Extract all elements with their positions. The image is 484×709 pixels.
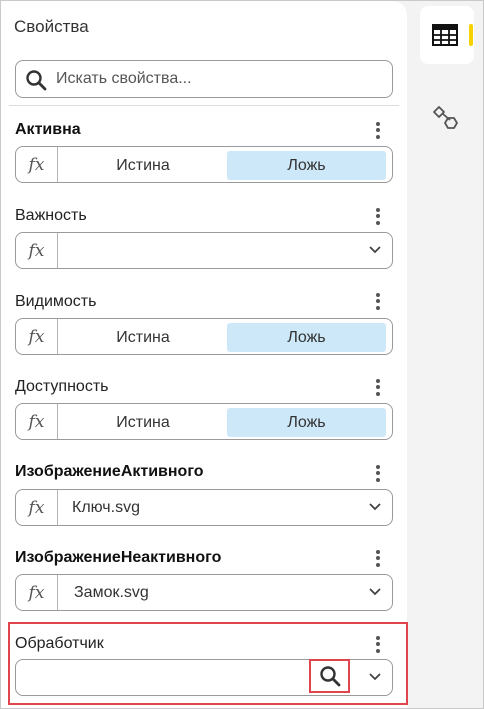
- more-options-icon[interactable]: [371, 206, 385, 226]
- fx-icon[interactable]: fx: [16, 404, 58, 439]
- fx-icon[interactable]: fx: [16, 147, 58, 182]
- active-tab-indicator: [469, 24, 473, 46]
- search-input[interactable]: [56, 67, 376, 91]
- chevron-down-icon[interactable]: [368, 587, 382, 597]
- property-label-active-image: ИзображениеАктивного: [15, 463, 204, 480]
- fx-icon[interactable]: fx: [16, 319, 58, 354]
- handler-search-button[interactable]: [309, 659, 350, 693]
- divider: [9, 105, 399, 106]
- property-label-active: Активна: [15, 121, 81, 138]
- more-options-icon[interactable]: [371, 377, 385, 397]
- more-options-icon[interactable]: [371, 463, 385, 483]
- more-options-icon[interactable]: [371, 120, 385, 140]
- segment-true[interactable]: Истина: [59, 323, 227, 352]
- properties-tab-button[interactable]: [420, 6, 474, 64]
- search-icon: [26, 70, 47, 91]
- toggle-availability[interactable]: fx Истина Ложь: [15, 403, 393, 440]
- property-search[interactable]: [15, 60, 393, 98]
- fx-icon[interactable]: fx: [16, 490, 58, 525]
- chevron-down-icon[interactable]: [368, 245, 382, 255]
- segment-false[interactable]: Ложь: [227, 323, 386, 352]
- property-label-visibility: Видимость: [15, 293, 97, 310]
- property-label-inactive-image: ИзображениеНеактивного: [15, 549, 222, 566]
- toggle-visibility[interactable]: fx Истина Ложь: [15, 318, 393, 355]
- dropdown-value: Ключ.svg: [72, 499, 140, 516]
- dropdown-inactive-image[interactable]: fx Замок.svg: [15, 574, 393, 611]
- properties-panel: Свойства Активна fx Истина Ложь Важность…: [1, 1, 407, 708]
- more-options-icon[interactable]: [371, 291, 385, 311]
- segment-true[interactable]: Истина: [59, 408, 227, 437]
- dropdown-value: Замок.svg: [74, 584, 149, 601]
- dropdown-importance[interactable]: fx: [15, 232, 393, 269]
- segment-false[interactable]: Ложь: [227, 408, 386, 437]
- toggle-active[interactable]: fx Истина Ложь: [15, 146, 393, 183]
- property-label-importance: Важность: [15, 207, 87, 224]
- shapes-tab-button[interactable]: [428, 100, 464, 136]
- fx-icon[interactable]: fx: [16, 233, 58, 268]
- panel-title: Свойства: [14, 17, 89, 36]
- shapes-icon: [433, 106, 458, 129]
- fx-icon[interactable]: fx: [16, 575, 58, 610]
- chevron-down-icon[interactable]: [368, 502, 382, 512]
- property-label-availability: Доступность: [15, 378, 109, 395]
- dropdown-active-image[interactable]: fx Ключ.svg: [15, 489, 393, 526]
- more-options-icon[interactable]: [371, 548, 385, 568]
- segment-true[interactable]: Истина: [59, 151, 227, 180]
- segment-false[interactable]: Ложь: [227, 151, 386, 180]
- search-icon: [319, 666, 340, 687]
- table-icon: [432, 24, 458, 46]
